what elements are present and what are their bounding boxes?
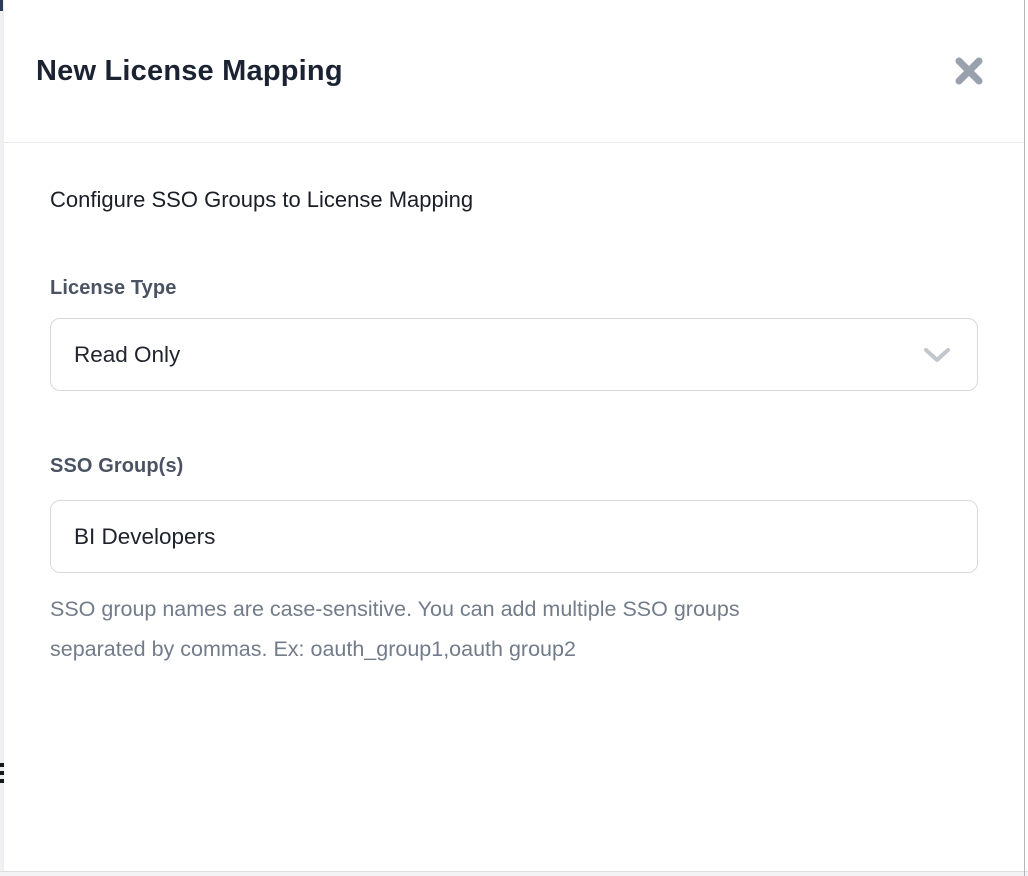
chevron-down-icon [923,346,951,364]
modal-body: Configure SSO Groups to License Mapping … [4,187,1024,669]
sso-groups-help-text: SSO group names are case-sensitive. You … [50,589,978,669]
cutoff-menu-dash [0,771,4,775]
cutoff-menu-dash [0,779,4,783]
sso-groups-input[interactable] [50,500,978,573]
configure-sso-groups-heading: Configure SSO Groups to License Mapping [50,187,978,213]
close-button[interactable] [950,52,988,90]
x-icon [953,55,985,87]
sso-groups-help-line-2: separated by commas. Ex: oauth_group1,oa… [50,629,978,669]
license-type-selected-value: Read Only [74,342,180,368]
page-behind-right-edge-line [1024,0,1025,876]
cutoff-page-content-mark [0,0,3,11]
sso-groups-label: SSO Group(s) [50,455,978,478]
page-behind-bottom-edge [0,871,1028,876]
cutoff-menu-dash [0,763,4,767]
license-type-select[interactable]: Read Only [50,318,978,391]
sso-groups-help-line-1: SSO group names are case-sensitive. You … [50,589,978,629]
license-type-label: License Type [50,277,978,300]
modal-title: New License Mapping [36,55,343,88]
modal-header: New License Mapping [4,0,1024,143]
new-license-mapping-modal: New License Mapping Configure SSO Groups… [4,0,1024,871]
